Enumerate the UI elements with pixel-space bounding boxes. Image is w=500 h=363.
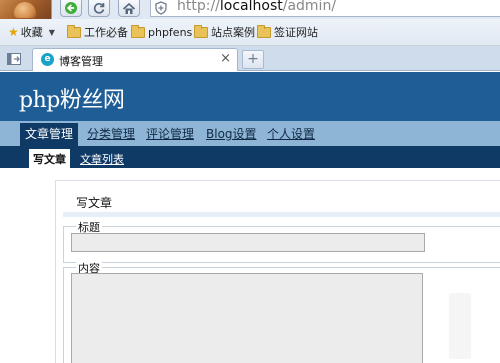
primary-nav: 文章管理 分类管理 评论管理 Blog设置 个人设置 bbox=[0, 121, 500, 146]
back-button[interactable] bbox=[60, 0, 82, 17]
scroll-overlay bbox=[449, 293, 471, 359]
title-input[interactable] bbox=[71, 233, 425, 252]
folder-icon bbox=[67, 24, 81, 38]
subnav-article-list[interactable]: 文章列表 bbox=[80, 151, 124, 167]
chevron-down-icon[interactable]: ▼ bbox=[49, 28, 55, 37]
content-textarea[interactable] bbox=[71, 273, 423, 363]
bookmark-label: 签证网站 bbox=[274, 26, 318, 39]
bookmark-label: phpfens bbox=[148, 25, 193, 39]
bookmark-folder-work[interactable]: 工作必备 bbox=[67, 24, 128, 40]
bookmarks-bar: ★ 收藏 ▼ 工作必备 phpfens 站点案例 签证网站 bbox=[0, 19, 500, 46]
new-tab-button[interactable]: + bbox=[242, 50, 264, 69]
refresh-button[interactable] bbox=[88, 0, 110, 17]
write-article-panel: 写文章 标题 内容 bbox=[55, 180, 500, 363]
user-avatar[interactable] bbox=[0, 0, 52, 19]
tab-blog-admin[interactable]: e 博客管理 × bbox=[32, 48, 238, 71]
nav-blog-settings[interactable]: Blog设置 bbox=[206, 125, 257, 142]
refresh-icon bbox=[93, 3, 105, 14]
tab-strip: e 博客管理 × + bbox=[0, 46, 500, 71]
heading-divider bbox=[63, 212, 500, 217]
home-button[interactable] bbox=[118, 0, 140, 17]
bookmark-folder-sites[interactable]: 站点案例 bbox=[194, 24, 255, 40]
browser-toolbar: http://localhost/admin/ bbox=[0, 0, 500, 19]
bookmark-favorites[interactable]: ★ 收藏 ▼ bbox=[8, 24, 55, 40]
folder-icon bbox=[194, 24, 208, 38]
folder-icon bbox=[257, 24, 271, 38]
avatar-face bbox=[14, 2, 36, 18]
home-icon bbox=[122, 2, 136, 14]
bookmark-folder-visa[interactable]: 签证网站 bbox=[257, 24, 318, 40]
url-scheme: http:// bbox=[177, 0, 220, 14]
site-title: php粉丝网 bbox=[19, 88, 125, 113]
bookmark-folder-phpfens[interactable]: phpfens bbox=[131, 24, 192, 40]
secondary-nav: 写文章 文章列表 bbox=[0, 146, 500, 168]
site-header: php粉丝网 bbox=[0, 72, 500, 121]
close-icon[interactable]: × bbox=[220, 51, 231, 66]
url-path: /admin/ bbox=[282, 0, 337, 14]
back-arrow-icon bbox=[65, 2, 77, 14]
sidebar-toggle-icon bbox=[7, 52, 21, 65]
address-url[interactable]: http://localhost/admin/ bbox=[177, 0, 336, 14]
tab-title: 博客管理 bbox=[59, 55, 103, 68]
subnav-write-article[interactable]: 写文章 bbox=[29, 149, 70, 168]
bookmark-label: 工作必备 bbox=[84, 26, 128, 39]
star-icon: ★ bbox=[8, 25, 19, 39]
panel-heading: 写文章 bbox=[76, 196, 113, 210]
nav-personal-settings[interactable]: 个人设置 bbox=[267, 125, 315, 142]
address-bar[interactable]: http://localhost/admin/ bbox=[150, 0, 500, 17]
main-content: 写文章 标题 内容 bbox=[0, 168, 500, 363]
bookmark-label: 收藏 bbox=[20, 26, 43, 39]
url-host: localhost bbox=[219, 0, 283, 14]
folder-icon bbox=[131, 24, 145, 38]
nav-comment-management[interactable]: 评论管理 bbox=[146, 125, 194, 142]
bookmark-label: 站点案例 bbox=[211, 26, 255, 39]
security-shield-icon[interactable] bbox=[153, 0, 169, 16]
site-favicon-icon: e bbox=[41, 53, 54, 66]
nav-category-management[interactable]: 分类管理 bbox=[87, 125, 135, 142]
sidebar-toggle-button[interactable] bbox=[0, 48, 28, 69]
nav-article-management[interactable]: 文章管理 bbox=[20, 123, 79, 146]
